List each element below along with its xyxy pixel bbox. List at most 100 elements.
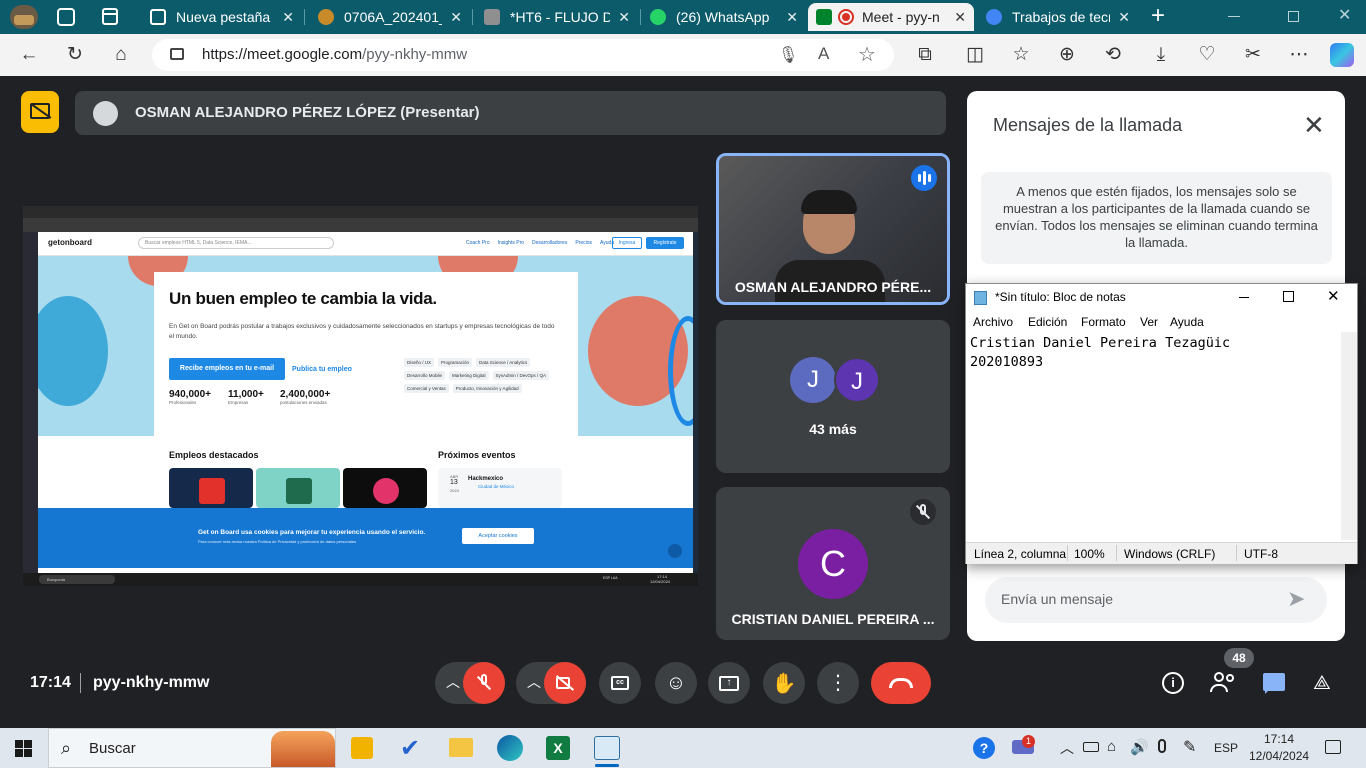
profile-avatar-icon[interactable] xyxy=(10,5,38,29)
volume-icon[interactable]: 🔊 xyxy=(1130,738,1149,756)
notification-center-icon[interactable] xyxy=(1325,740,1341,754)
restore-button[interactable] xyxy=(1288,11,1299,22)
clock-date[interactable]: 12/04/2024 xyxy=(1249,749,1309,763)
edge-icon[interactable] xyxy=(497,735,523,761)
start-button[interactable] xyxy=(15,740,32,757)
screenshot-icon[interactable]: ✂ xyxy=(1240,42,1266,68)
show-hidden-icons-icon[interactable]: ︿ xyxy=(1060,738,1074,758)
login-button[interactable]: Ingresa xyxy=(612,237,642,249)
camera-toggle-button[interactable] xyxy=(544,662,586,704)
notepad-window[interactable]: *Sin título: Bloc de notas ✕ Archivo Edi… xyxy=(965,283,1358,564)
language-indicator[interactable]: ESP xyxy=(1214,741,1238,755)
tag[interactable]: Comercial y Ventas xyxy=(404,384,449,393)
back-icon[interactable]: ← xyxy=(16,42,42,68)
present-button[interactable]: ↑ xyxy=(708,662,750,704)
close-icon[interactable]: ✕ xyxy=(618,9,630,26)
chat-icon[interactable] xyxy=(1263,673,1285,694)
chat-bubble-icon[interactable] xyxy=(668,544,682,558)
accept-cookies-button[interactable]: Aceptar cookies xyxy=(462,528,534,544)
home-icon[interactable]: ⌂ xyxy=(108,42,134,68)
chevron-up-icon[interactable]: ︿ xyxy=(527,672,541,692)
menu-ver[interactable]: Ver xyxy=(1140,315,1158,329)
close-window-button[interactable]: ✕ xyxy=(1338,5,1351,25)
menu-edicion[interactable]: Edición xyxy=(1028,315,1067,329)
menu-formato[interactable]: Formato xyxy=(1081,315,1126,329)
people-icon[interactable] xyxy=(1210,672,1236,694)
copilot-icon[interactable] xyxy=(1330,43,1354,67)
tag[interactable]: Marketing Digital xyxy=(449,371,489,380)
address-bar[interactable]: https://meet.google.com/pyy-nkhy-mmw 🎙 A… xyxy=(152,39,894,71)
job-card[interactable] xyxy=(169,468,253,508)
microphone-toggle-button[interactable] xyxy=(463,662,505,704)
job-card[interactable] xyxy=(256,468,340,508)
clock-time[interactable]: 17:14 xyxy=(1264,732,1294,746)
participant-tile-group[interactable]: J J 43 más xyxy=(716,320,950,473)
tab-pdf[interactable]: *HT6 - FLUJO DE ✕ xyxy=(476,3,638,31)
favorites-icon[interactable]: ☆ xyxy=(1008,42,1034,68)
refresh-icon[interactable]: ↻ xyxy=(62,42,88,68)
tab-meet[interactable]: Meet - pyy-n ✕ xyxy=(808,3,974,31)
collections-icon[interactable] xyxy=(57,8,75,26)
site-search[interactable]: Buscar empleos HTML 5, Data Science, IEM… xyxy=(138,237,334,249)
tab-moodle[interactable]: 0706A_202401_CU ✕ xyxy=(310,3,470,31)
downloads-icon[interactable]: ⤓ xyxy=(1148,42,1174,68)
close-icon[interactable]: ✕ xyxy=(1118,9,1130,26)
tab-nueva-pestana[interactable]: Nueva pestaña ✕ xyxy=(142,3,302,31)
meeting-details-icon[interactable]: i xyxy=(1162,672,1184,694)
favorite-icon[interactable]: ☆ xyxy=(858,42,876,67)
notepad-text-area[interactable]: Cristian Daniel Pereira Tezagüic 2020108… xyxy=(970,334,1340,539)
read-aloud-icon[interactable]: A xyxy=(818,44,829,64)
collections-toolbar-icon[interactable]: ⊕ xyxy=(1054,42,1080,68)
todo-icon[interactable]: ✔ xyxy=(400,734,420,763)
tab-actions-icon[interactable] xyxy=(102,8,118,25)
close-button[interactable]: ✕ xyxy=(1327,287,1340,305)
site-logo[interactable]: getonboard xyxy=(48,238,92,247)
pen-icon[interactable]: ✎ xyxy=(1183,737,1196,757)
close-icon[interactable]: ✕ xyxy=(954,9,966,26)
tag[interactable]: Diseño / UX xyxy=(404,358,435,367)
tag[interactable]: Desarrollo Mobile xyxy=(404,371,446,380)
participant-tile-osman[interactable]: OSMAN ALEJANDRO PÉRE... xyxy=(716,153,950,305)
microsoft-store-icon[interactable] xyxy=(351,737,373,759)
event-card[interactable]: ABR 13 2024 Hackmexico Ciudad de México xyxy=(438,468,562,508)
register-button[interactable]: Regístrate xyxy=(646,237,684,249)
browser-essentials-icon[interactable]: ♡ xyxy=(1194,42,1220,68)
network-icon[interactable]: ⌂ xyxy=(1107,738,1116,755)
nav-link[interactable]: Coach Pro xyxy=(466,240,490,246)
chat-message-input[interactable]: Envía un mensaje ➤ xyxy=(985,577,1327,623)
menu-ayuda[interactable]: Ayuda xyxy=(1170,315,1204,329)
tag[interactable]: Programación xyxy=(438,358,473,367)
leave-call-button[interactable] xyxy=(871,662,931,704)
tab-trabajos[interactable]: Trabajos de tecnolo ✕ xyxy=(978,3,1138,31)
tab-whatsapp[interactable]: (26) WhatsApp ✕ xyxy=(642,3,806,31)
close-icon[interactable]: ✕ xyxy=(450,9,462,26)
maximize-button[interactable] xyxy=(1283,291,1294,302)
taskbar-search-box[interactable]: ⌕ Buscar xyxy=(48,728,336,768)
menu-archivo[interactable]: Archivo xyxy=(973,315,1013,329)
history-icon[interactable]: ⟲ xyxy=(1100,42,1126,68)
notepad-taskbar-icon[interactable] xyxy=(594,736,620,760)
microphone-tray-icon[interactable] xyxy=(1158,739,1166,753)
reactions-button[interactable]: ☺ xyxy=(655,662,697,704)
split-screen-icon[interactable]: ◫ xyxy=(962,42,988,68)
minimize-button[interactable] xyxy=(1228,16,1240,17)
minimize-button[interactable] xyxy=(1239,297,1249,298)
notepad-titlebar[interactable]: *Sin título: Bloc de notas ✕ xyxy=(966,284,1357,311)
vertical-scrollbar[interactable] xyxy=(1341,332,1357,540)
activities-icon[interactable]: ⟁ xyxy=(1313,671,1337,695)
file-explorer-icon[interactable] xyxy=(449,738,473,757)
close-icon[interactable]: ✕ xyxy=(282,9,294,26)
tag[interactable]: Producto, Innovación y Agilidad xyxy=(452,384,522,393)
presentation-badge[interactable] xyxy=(21,91,59,133)
lock-icon[interactable] xyxy=(170,48,184,60)
close-icon[interactable]: ✕ xyxy=(1303,110,1325,140)
new-tab-button[interactable]: + xyxy=(1151,3,1165,29)
chevron-up-icon[interactable]: ︿ xyxy=(446,672,460,692)
more-menu-icon[interactable]: ⋯ xyxy=(1286,42,1312,68)
more-options-button[interactable]: ⋮ xyxy=(817,662,859,704)
excel-icon[interactable]: X xyxy=(546,736,570,760)
cta-secondary-link[interactable]: Publica tu empleo xyxy=(292,366,352,373)
job-card[interactable] xyxy=(343,468,427,508)
nav-link[interactable]: Precios xyxy=(575,240,592,246)
captions-button[interactable]: cc xyxy=(599,662,641,704)
